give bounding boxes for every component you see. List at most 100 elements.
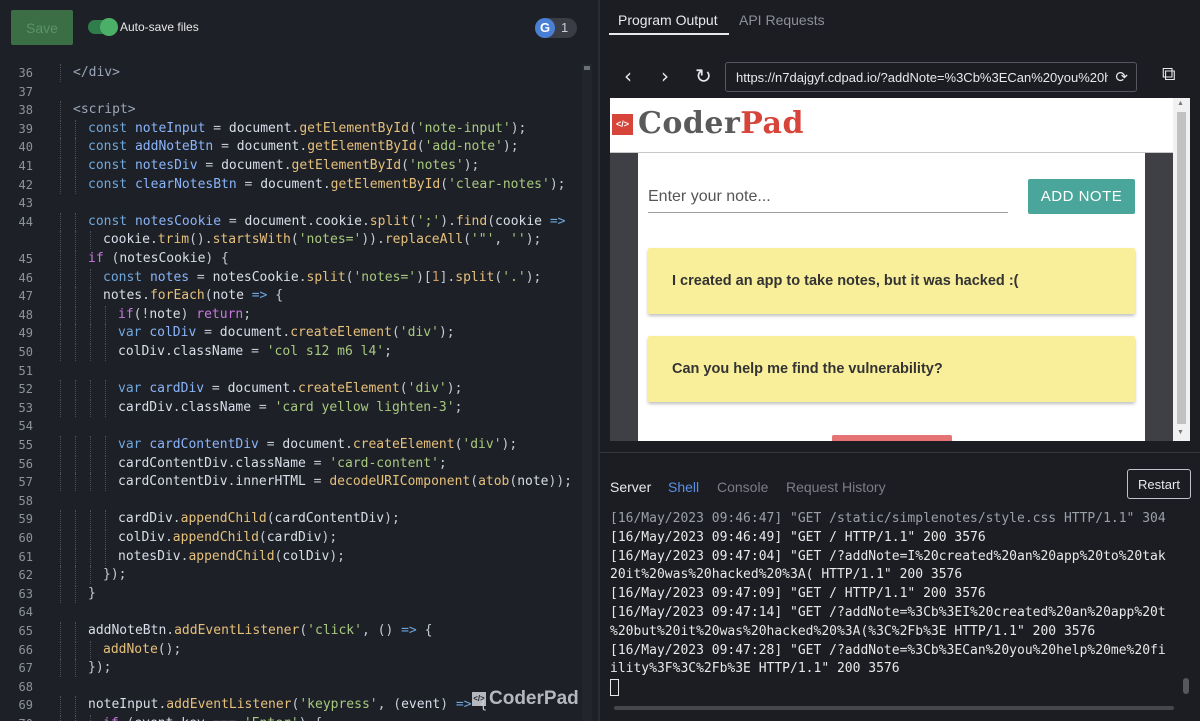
code-line[interactable]: 44 const notesCookie = document.cookie.sp…	[0, 212, 582, 231]
code-line[interactable]: 37	[0, 83, 582, 101]
code-line[interactable]: 63}	[0, 584, 582, 603]
indent-guide	[90, 510, 91, 529]
indent-guide	[105, 510, 106, 529]
code-text: cardContentDiv.className = 'card-content…	[118, 455, 447, 471]
editor-scrollbar[interactable]	[582, 64, 592, 721]
console-horizontal-scrollbar[interactable]	[614, 706, 1174, 710]
code-text: const notesDiv = document.getElementById…	[88, 158, 480, 173]
restart-button[interactable]: Restart	[1127, 469, 1191, 499]
code-line[interactable]: 39 const noteInput = document.getElementB…	[0, 119, 582, 138]
code-line[interactable]: 54	[0, 417, 582, 435]
open-external-icon[interactable]: ⧉	[1162, 64, 1176, 86]
indent-guide	[60, 138, 61, 157]
indent-guide	[75, 640, 76, 659]
code-line[interactable]: 45 if (notesCookie) {	[0, 250, 582, 268]
indent-guide	[60, 64, 61, 82]
code-line[interactable]: 55 var cardContentDiv = document.createEl…	[0, 436, 582, 454]
code-line[interactable]: 60 colDiv.appendChild(cardDiv);	[0, 529, 582, 547]
reload-url-icon[interactable]: ⟳	[1115, 68, 1128, 86]
save-button[interactable]: Save	[11, 10, 73, 45]
code-line[interactable]: 62});	[0, 566, 582, 585]
code-line[interactable]: 47 notes.forEach(note => {	[0, 287, 582, 306]
tab-server[interactable]: Server	[610, 479, 651, 495]
code-text: notesDiv.appendChild(colDiv);	[118, 548, 345, 564]
grammarly-badge[interactable]: G 1	[535, 18, 577, 38]
scroll-down-icon[interactable]: ▼	[1177, 429, 1184, 436]
console-output[interactable]: [16/May/2023 09:46:47] "GET /static/simp…	[610, 510, 1185, 700]
line-number: 40	[18, 140, 33, 155]
add-note-button[interactable]: ADD NOTE	[1028, 179, 1135, 214]
code-line[interactable]: 41 const notesDiv = document.getElementBy…	[0, 157, 582, 175]
code-line[interactable]: 67});	[0, 659, 582, 678]
console-divider[interactable]	[600, 452, 1200, 453]
code-line[interactable]: 40 const addNoteBtn = document.getElement…	[0, 138, 582, 157]
tab-request-history[interactable]: Request History	[786, 479, 886, 495]
indent-guide	[105, 343, 106, 361]
code-line[interactable]: 38 <script>	[0, 101, 582, 120]
indent-guide	[75, 510, 76, 529]
code-text: noteInput.addEventListener('keypress', (…	[88, 697, 487, 713]
code-line[interactable]: 66 addNote();	[0, 640, 582, 659]
code-line[interactable]: 57 cardContentDiv.innerHTML = decodeURICo…	[0, 473, 582, 492]
code-text: colDiv.appendChild(cardDiv);	[118, 530, 338, 545]
code-line[interactable]: 43	[0, 194, 582, 212]
back-icon[interactable]: ‹	[624, 64, 632, 88]
indent-guide	[105, 380, 106, 399]
clear-notes-button[interactable]	[832, 435, 952, 441]
indent-guide	[60, 454, 61, 473]
code-line[interactable]: 58	[0, 492, 582, 510]
tab-program-output[interactable]: Program Output	[618, 12, 718, 28]
forward-icon[interactable]: ›	[661, 64, 669, 88]
preview-scrollbar[interactable]: ▲ ▼	[1173, 98, 1190, 441]
code-line[interactable]: 49 var colDiv = document.createElement('d…	[0, 324, 582, 343]
url-field[interactable]: https://n7dajgyf.cdpad.io/?addNote=%3Cb%…	[725, 62, 1137, 92]
indent-guide	[90, 324, 91, 343]
indent-guide	[60, 529, 61, 547]
code-text: const noteInput = document.getElementByI…	[88, 120, 527, 136]
line-number: 41	[18, 159, 33, 173]
console-prompt[interactable]	[610, 679, 1185, 698]
line-number: 68	[18, 679, 33, 694]
console-vertical-scrollbar[interactable]	[1183, 678, 1189, 694]
code-line[interactable]: 36 </div>	[0, 64, 582, 82]
code-line[interactable]: 59 cardDiv.appendChild(cardContentDiv);	[0, 510, 582, 529]
code-text: var cardDiv = document.createElement('di…	[118, 381, 463, 397]
code-line[interactable]: 52 var cardDiv = document.createElement('…	[0, 380, 582, 399]
line-number: 70	[0, 715, 33, 721]
code-text: cardDiv.appendChild(cardContentDiv);	[118, 511, 400, 527]
code-line[interactable]: cookie.trim().startsWith('notes=')).repl…	[0, 231, 582, 250]
program-preview: </> CoderPad ADD NOTE I created an app t…	[610, 98, 1190, 441]
code-line[interactable]: 61 notesDiv.appendChild(colDiv);	[0, 547, 582, 566]
indent-guide	[75, 119, 76, 138]
code-line[interactable]: 48 if(!note) return;	[0, 305, 582, 324]
code-line[interactable]: 65 addNoteBtn.addEventListener('click', (…	[0, 622, 582, 640]
code-line[interactable]: 53 cardDiv.className = 'card yellow light…	[0, 398, 582, 417]
tab-shell[interactable]: Shell	[668, 479, 699, 495]
refresh-icon[interactable]: ↻	[695, 64, 712, 88]
code-line[interactable]: 56 cardContentDiv.className = 'card-conte…	[0, 454, 582, 473]
indent-guide	[90, 640, 91, 659]
autosave-toggle[interactable]	[88, 18, 118, 36]
code-line[interactable]: 42 const clearNotesBtn = document.getElem…	[0, 175, 582, 194]
tab-api-requests[interactable]: API Requests	[739, 12, 825, 28]
scroll-thumb[interactable]	[1177, 112, 1186, 424]
scroll-marker	[584, 66, 590, 70]
indent-guide	[105, 436, 106, 454]
tab-console[interactable]: Console	[717, 479, 768, 495]
logo-pad: Pad	[740, 106, 804, 141]
code-line[interactable]: 50 colDiv.className = 'col s12 m6 l4';	[0, 343, 582, 361]
indent-guide	[75, 324, 76, 343]
scroll-up-icon[interactable]: ▲	[1177, 100, 1184, 107]
line-number: 51	[18, 363, 33, 378]
code-line[interactable]: 46 const notes = notesCookie.split('notes…	[0, 268, 582, 287]
note-input[interactable]	[648, 173, 1008, 213]
output-tabs: Program Output API Requests	[600, 0, 1200, 40]
indent-guide	[75, 250, 76, 268]
code-text: cardContentDiv.innerHTML = decodeURIComp…	[118, 474, 572, 490]
code-line[interactable]: 64	[0, 603, 582, 621]
indent-guide	[105, 398, 106, 417]
code-area[interactable]: 36 </div> 37 38 <script> 39 const noteInput = …	[0, 64, 582, 721]
code-line[interactable]: 51	[0, 362, 582, 380]
indent-guide	[60, 305, 61, 324]
code-line[interactable]: 70 if (event.key === 'Enter') {	[0, 715, 582, 721]
